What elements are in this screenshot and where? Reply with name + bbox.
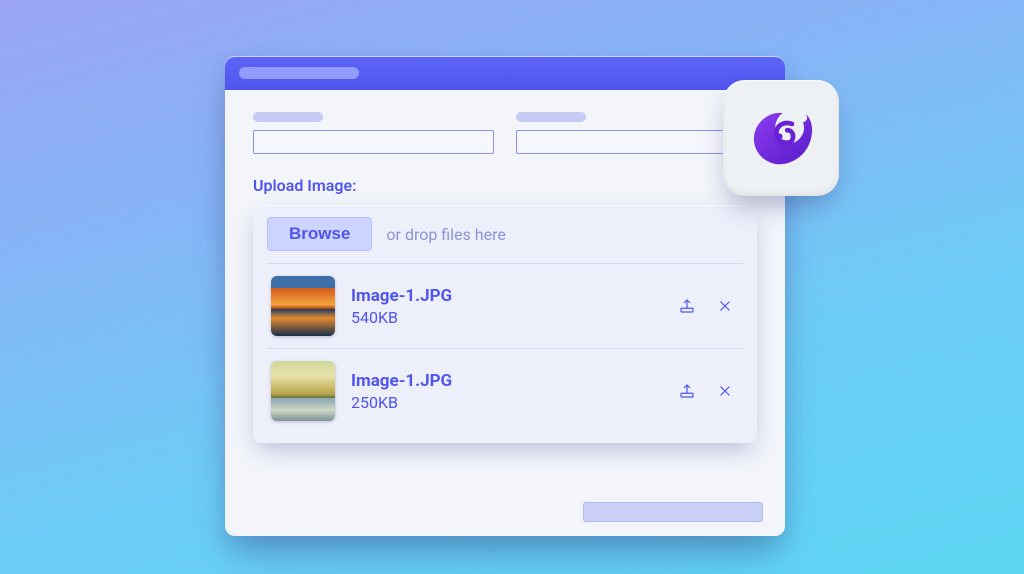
file-thumbnail (271, 361, 335, 421)
file-item: Image-1.JPG 250KB (267, 349, 743, 433)
field-2 (516, 112, 757, 154)
upload-icon[interactable] (677, 381, 697, 401)
field-1-input[interactable] (253, 130, 494, 154)
file-item: Image-1.JPG 540KB (267, 264, 743, 349)
file-size: 250KB (351, 393, 661, 412)
browse-button[interactable]: Browse (267, 217, 372, 251)
file-name: Image-1.JPG (351, 371, 661, 391)
close-icon[interactable] (715, 381, 735, 401)
blazor-icon (742, 99, 820, 177)
close-icon[interactable] (715, 296, 735, 316)
field-1-label-stub (253, 112, 323, 122)
upload-icon[interactable] (677, 296, 697, 316)
dropzone[interactable]: Browse or drop files here (267, 217, 743, 264)
titlebar-placeholder (239, 67, 359, 79)
file-thumbnail (271, 276, 335, 336)
field-2-input[interactable] (516, 130, 757, 154)
app-badge (723, 80, 839, 196)
window-content: Upload Image: Browse or drop files here … (225, 90, 785, 455)
upload-section-label: Upload Image: (253, 176, 757, 195)
input-row (253, 112, 757, 154)
file-size: 540KB (351, 308, 661, 327)
app-window: Upload Image: Browse or drop files here … (225, 56, 785, 536)
field-2-label-stub (516, 112, 586, 122)
window-titlebar (225, 56, 785, 90)
upload-panel: Browse or drop files here Image-1.JPG 54… (253, 205, 757, 443)
field-1 (253, 112, 494, 154)
dropzone-hint: or drop files here (386, 225, 505, 244)
file-name: Image-1.JPG (351, 286, 661, 306)
footer-placeholder-button[interactable] (583, 502, 763, 522)
